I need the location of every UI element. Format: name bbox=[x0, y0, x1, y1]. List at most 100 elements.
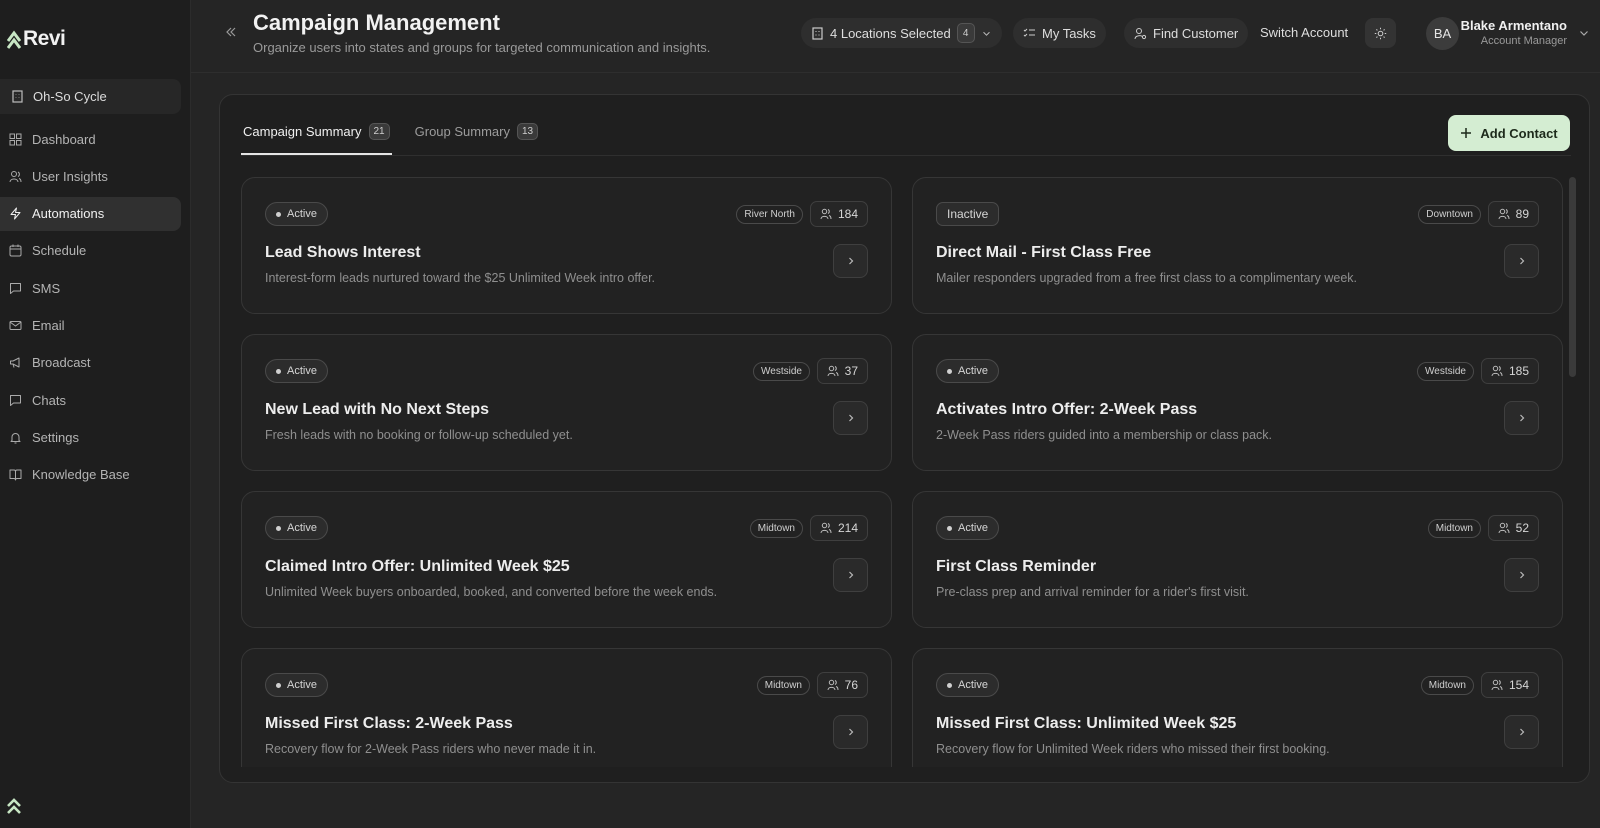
campaign-description: Mailer responders upgraded from a free f… bbox=[936, 271, 1358, 285]
campaign-card[interactable]: Active Midtown 154 Missed First Class: U… bbox=[912, 648, 1563, 767]
open-campaign-button[interactable] bbox=[1504, 715, 1539, 749]
tab-group-summary[interactable]: Group Summary 13 bbox=[413, 117, 541, 146]
open-campaign-button[interactable] bbox=[833, 715, 868, 749]
campaign-grid: Active River North 184 Lead Shows Intere… bbox=[241, 177, 1571, 767]
my-tasks-button[interactable]: My Tasks bbox=[1013, 18, 1106, 48]
find-customer-label: Find Customer bbox=[1153, 25, 1239, 41]
campaign-description: 2-Week Pass riders guided into a members… bbox=[936, 428, 1273, 442]
location-tag: Midtown bbox=[749, 519, 803, 538]
tab-campaign-summary[interactable]: Campaign Summary 21 bbox=[241, 117, 392, 155]
status-label: Active bbox=[287, 522, 317, 534]
users-icon bbox=[9, 170, 22, 182]
member-count: 154 bbox=[1480, 672, 1539, 698]
campaign-card[interactable]: Active Westside 37 New Lead with No Next… bbox=[241, 334, 892, 471]
sidebar-item-email[interactable]: Email bbox=[0, 308, 181, 342]
chevron-right-icon bbox=[1519, 257, 1524, 265]
campaign-panel: Campaign Summary 21 Group Summary 13 Add… bbox=[219, 94, 1590, 783]
member-count-value: 89 bbox=[1515, 207, 1529, 221]
add-contact-button[interactable]: Add Contact bbox=[1448, 115, 1570, 151]
org-name: Oh-So Cycle bbox=[33, 89, 107, 104]
campaign-card[interactable]: Active Midtown 52 First Class Reminder P… bbox=[912, 491, 1563, 628]
sidebar-item-broadcast[interactable]: Broadcast bbox=[0, 346, 181, 380]
sidebar-item-label: Broadcast bbox=[32, 355, 91, 371]
avatar[interactable]: BA bbox=[1426, 17, 1459, 50]
campaign-card[interactable]: Active River North 184 Lead Shows Intere… bbox=[241, 177, 892, 314]
users-icon bbox=[827, 365, 839, 377]
find-customer-button[interactable]: Find Customer bbox=[1124, 18, 1249, 48]
org-selector[interactable]: Oh-So Cycle bbox=[0, 79, 181, 114]
sun-icon bbox=[1374, 27, 1387, 39]
status-dot bbox=[947, 682, 952, 688]
campaign-card[interactable]: Active Midtown 214 Claimed Intro Offer: … bbox=[241, 491, 892, 628]
sidebar-item-knowledge-base[interactable]: Knowledge Base bbox=[0, 458, 181, 492]
sidebar-item-schedule[interactable]: Schedule bbox=[0, 234, 181, 268]
sidebar-item-chats[interactable]: Chats bbox=[0, 383, 181, 417]
location-selector-label: 4 Locations Selected bbox=[830, 25, 951, 41]
tab-bar: Campaign Summary 21 Group Summary 13 bbox=[241, 117, 540, 155]
megaphone-icon bbox=[10, 357, 20, 368]
status-dot bbox=[276, 211, 281, 217]
switch-account-button[interactable]: Switch Account bbox=[1260, 25, 1348, 40]
theme-toggle-button[interactable] bbox=[1365, 18, 1396, 48]
campaign-card[interactable]: Inactive Downtown 89 Direct Mail - First… bbox=[912, 177, 1563, 314]
add-contact-label: Add Contact bbox=[1480, 125, 1558, 141]
sidebar-item-label: Settings bbox=[32, 429, 79, 445]
sidebar-item-label: User Insights bbox=[32, 168, 108, 184]
scrollbar[interactable] bbox=[1569, 177, 1576, 767]
collapse-sidebar-icon[interactable] bbox=[224, 25, 238, 39]
revi-mark-icon[interactable] bbox=[6, 796, 22, 816]
location-tag: Midtown bbox=[756, 676, 810, 695]
open-campaign-button[interactable] bbox=[1504, 244, 1539, 278]
users-icon bbox=[1491, 679, 1503, 691]
sidebar-item-automations[interactable]: Automations bbox=[0, 196, 181, 231]
page-title: Campaign Management bbox=[253, 10, 500, 35]
open-campaign-button[interactable] bbox=[1504, 558, 1539, 592]
sidebar-item-label: Email bbox=[32, 317, 65, 333]
sidebar-item-label: Knowledge Base bbox=[32, 467, 130, 483]
status-dot bbox=[276, 368, 281, 374]
chevron-right-icon bbox=[848, 257, 853, 265]
campaign-description: Unlimited Week buyers onboarded, booked,… bbox=[265, 585, 718, 599]
tabs-divider bbox=[241, 155, 1571, 156]
location-tag: Westside bbox=[1417, 362, 1474, 381]
sidebar-item-label: Chats bbox=[32, 392, 66, 408]
bolt-icon bbox=[10, 207, 21, 220]
campaign-title: Claimed Intro Offer: Unlimited Week $25 bbox=[265, 558, 570, 575]
campaign-title: Missed First Class: 2-Week Pass bbox=[265, 715, 513, 732]
app-logo[interactable]: Revi bbox=[7, 27, 66, 51]
member-count: 37 bbox=[816, 358, 868, 384]
open-campaign-button[interactable] bbox=[833, 558, 868, 592]
member-count-value: 184 bbox=[837, 207, 858, 221]
campaign-list[interactable]: Active River North 184 Lead Shows Intere… bbox=[241, 177, 1571, 767]
plus-icon bbox=[1461, 128, 1472, 138]
building-icon bbox=[812, 26, 823, 40]
scrollbar-thumb[interactable] bbox=[1569, 177, 1576, 377]
campaign-title: Missed First Class: Unlimited Week $25 bbox=[936, 715, 1237, 732]
campaign-card[interactable]: Active Westside 185 Activates Intro Offe… bbox=[912, 334, 1563, 471]
building-icon bbox=[12, 90, 23, 103]
calendar-icon bbox=[9, 244, 22, 257]
my-tasks-label: My Tasks bbox=[1042, 25, 1096, 41]
open-campaign-button[interactable] bbox=[1504, 401, 1539, 435]
campaign-card[interactable]: Active Midtown 76 Missed First Class: 2-… bbox=[241, 648, 892, 767]
sidebar-item-dashboard[interactable]: Dashboard bbox=[0, 122, 181, 156]
sidebar-item-settings[interactable]: Settings bbox=[0, 420, 181, 454]
open-campaign-button[interactable] bbox=[833, 401, 868, 435]
mail-icon bbox=[9, 320, 22, 330]
campaign-description: Recovery flow for Unlimited Week riders … bbox=[936, 742, 1330, 756]
chevron-right-icon bbox=[1519, 728, 1524, 736]
location-selector[interactable]: 4 Locations Selected 4 bbox=[801, 18, 1002, 48]
campaign-title: Lead Shows Interest bbox=[265, 244, 421, 261]
chevron-down-icon[interactable] bbox=[1578, 27, 1590, 39]
header-divider bbox=[191, 72, 1600, 73]
tab-label: Campaign Summary bbox=[243, 124, 362, 139]
sidebar-item-user-insights[interactable]: User Insights bbox=[0, 159, 181, 193]
status-label: Active bbox=[958, 365, 988, 377]
tab-count-badge: 13 bbox=[517, 123, 539, 140]
location-tag: Midtown bbox=[1427, 519, 1481, 538]
open-campaign-button[interactable] bbox=[833, 244, 868, 278]
tab-label: Group Summary bbox=[414, 124, 510, 139]
sidebar-item-sms[interactable]: SMS bbox=[0, 271, 181, 305]
status-dot bbox=[947, 368, 952, 374]
user-name[interactable]: Blake Armentano bbox=[1461, 18, 1567, 33]
